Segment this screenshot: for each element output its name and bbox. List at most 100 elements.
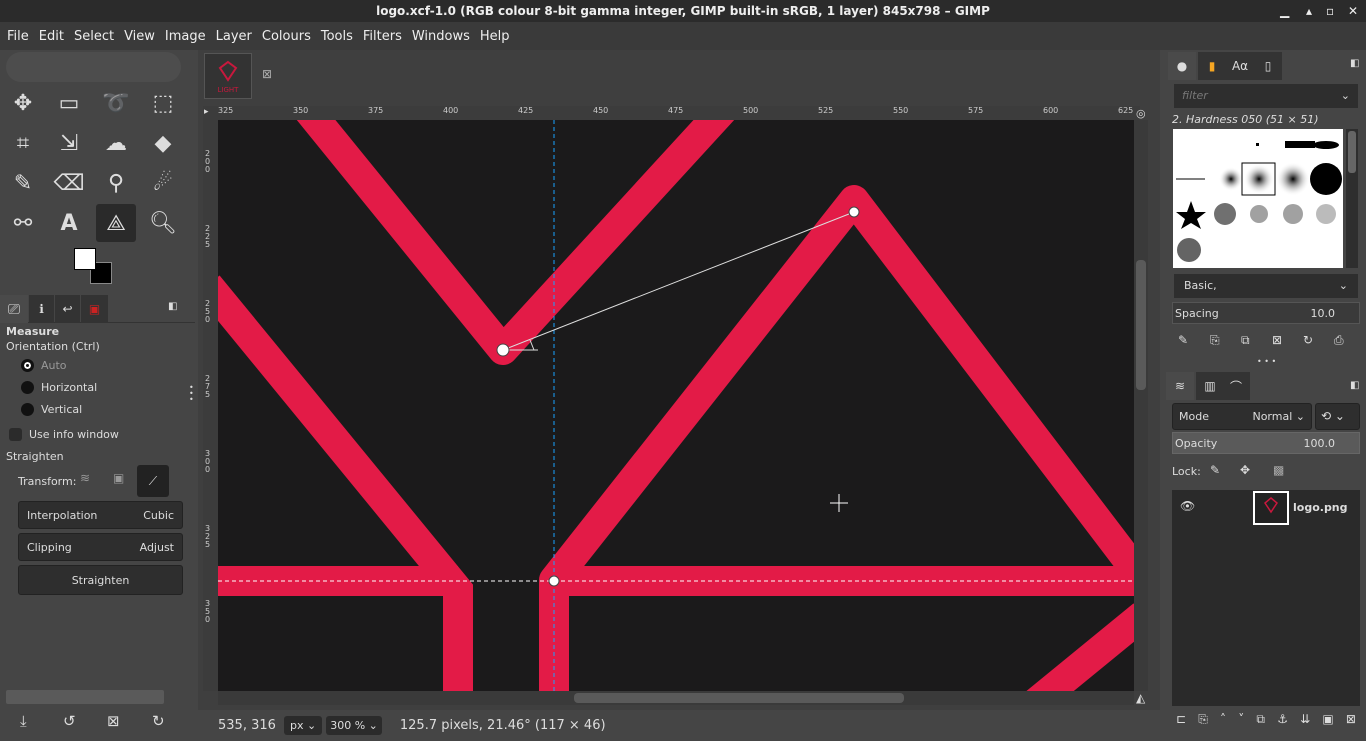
rect-select-tool-icon[interactable]: ▭ [49,84,89,122]
brush-filter-input[interactable]: filter ⌄ [1174,84,1358,108]
reset-options-icon[interactable]: ↻ [152,712,165,730]
new-layer-icon[interactable]: ⎘ [1198,712,1208,727]
new-layer-group-icon[interactable]: ⊏ [1176,712,1186,727]
crop-tool-icon[interactable]: ⌗ [3,124,43,162]
images-tab-icon[interactable]: ▣ [81,295,108,323]
composite-mode-select[interactable]: ⟲ ⌄ [1315,403,1360,430]
menu-help[interactable]: Help [475,29,515,44]
warp-tool-icon[interactable]: ☁ [96,124,136,162]
close-image-tab-icon[interactable]: ⊠ [262,67,272,81]
vertical-ruler[interactable]: 200 225 250 275 300 325 350 [203,120,218,691]
new-brush-icon[interactable]: ⎘ [1210,333,1220,348]
straighten-button[interactable]: Straighten [18,565,183,595]
minimize-button[interactable]: ▁ [1280,0,1289,22]
undo-history-tab-icon[interactable]: ↩ [55,295,80,323]
menu-view[interactable]: View [119,29,160,44]
layers-tab-icon[interactable]: ≋ [1166,372,1194,400]
paths-tool-icon[interactable]: ⚯ [3,204,43,242]
merge-layer-icon[interactable]: ⇊ [1300,712,1310,727]
radio-horizontal[interactable] [21,381,34,394]
zoom-select[interactable]: 300 % ⌄ [326,715,382,735]
image-canvas[interactable] [218,120,1134,691]
unit-select[interactable]: px ⌄ [284,715,323,735]
horizontal-scrollbar[interactable] [218,691,1134,705]
maximize-button[interactable]: ▫ [1326,0,1334,22]
lock-pixels-icon[interactable]: ✎ [1210,463,1220,477]
menu-layer[interactable]: Layer [211,29,257,44]
lock-alpha-icon[interactable]: ▩ [1273,463,1284,477]
anchor-layer-icon[interactable]: ⚓︎ [1277,712,1288,727]
refresh-brushes-icon[interactable]: ↻ [1303,333,1313,347]
open-brush-as-image-icon[interactable]: ⎙ [1334,333,1344,348]
measure-tool-icon[interactable]: ⟁ [96,204,136,242]
quick-mask-toggle-icon[interactable]: ▸ [204,107,209,117]
save-options-icon[interactable]: ⤓ [20,712,27,730]
close-button[interactable]: ✕ [1348,0,1358,22]
patterns-tab-icon[interactable]: ▮ [1198,52,1226,80]
menu-tools[interactable]: Tools [316,29,358,44]
mask-layer-icon[interactable]: ▣ [1322,712,1333,727]
image-tab-thumbnail[interactable]: LIGHT [204,53,252,99]
tool-options-scrollbar[interactable] [6,690,164,704]
duplicate-layer-icon[interactable]: ⧉ [1256,712,1265,727]
brush-grid-scrollbar[interactable] [1346,129,1358,268]
dock-separator-handle[interactable]: • • • [1257,357,1276,366]
layer-name[interactable]: logo.png [1293,501,1348,514]
menu-select[interactable]: Select [69,29,119,44]
free-select-tool-icon[interactable]: ➰ [96,84,136,122]
horizontal-ruler[interactable]: 325 350 375 400 425 450 475 500 525 550 575 600 625 [203,106,1140,120]
menu-windows[interactable]: Windows [407,29,475,44]
dock-handle-icon[interactable]: • • • [189,384,194,404]
menu-image[interactable]: Image [160,29,211,44]
brushes-tab-icon[interactable]: ● [1168,52,1196,80]
menu-edit[interactable]: Edit [34,29,69,44]
brushes-configure-icon[interactable]: ◧ [1350,58,1359,69]
menu-colours[interactable]: Colours [257,29,316,44]
brush-grid[interactable] [1173,129,1343,268]
paths-tab-icon[interactable]: ⌒ [1222,372,1250,400]
eraser-tool-icon[interactable]: ⌫ [49,164,89,202]
transform-layer-icon[interactable]: ≋ [80,471,90,485]
vertical-scrollbar[interactable] [1134,120,1148,691]
radio-auto[interactable] [21,359,34,372]
fuzzy-select-tool-icon[interactable]: ⬚ [143,84,183,122]
text-tool-icon[interactable]: A [49,204,89,242]
transform-tool-icon[interactable]: ⇲ [49,124,89,162]
pencil-tool-icon[interactable]: ✎ [3,164,43,202]
lock-position-icon[interactable]: ✥ [1240,463,1250,477]
bucket-fill-tool-icon[interactable]: ◆ [143,124,183,162]
foreground-color-swatch[interactable] [74,248,96,270]
interpolation-combo[interactable]: Interpolation Cubic [18,501,183,529]
device-status-tab-icon[interactable]: ℹ [29,295,54,323]
transform-selection-icon[interactable]: ▣ [113,471,124,485]
zoom-tool-icon[interactable]: 🔍︎ [143,204,183,242]
layer-visibility-eye-icon[interactable]: 👁︎ [1180,499,1195,513]
layer-row[interactable]: 👁︎ logo.png [1172,490,1360,526]
fonts-tab-icon[interactable]: Aα [1226,52,1254,80]
layer-mode-select[interactable]: Mode Normal ⌄ [1172,403,1312,430]
delete-options-icon[interactable]: ⊠ [107,712,120,730]
brush-tag-select[interactable]: Basic, ⌄ [1174,274,1358,298]
raise-layer-icon[interactable]: ˄ [1220,712,1226,727]
opacity-spinner[interactable]: Opacity 100.0 [1172,432,1360,454]
navigate-icon[interactable]: ◭ [1136,691,1145,705]
duplicate-brush-icon[interactable]: ⧉ [1241,333,1250,348]
clone-tool-icon[interactable]: ⚲ [96,164,136,202]
document-history-tab-icon[interactable]: ▯ [1254,52,1282,80]
lower-layer-icon[interactable]: ˅ [1238,712,1244,727]
configure-tab-icon[interactable]: ◧ [168,301,177,312]
menu-filters[interactable]: Filters [358,29,407,44]
restore-options-icon[interactable]: ↺ [63,712,76,730]
delete-brush-icon[interactable]: ⊠ [1272,333,1282,347]
radio-vertical[interactable] [21,403,34,416]
layers-configure-icon[interactable]: ◧ [1350,380,1359,391]
edit-brush-icon[interactable]: ✎ [1178,333,1188,347]
spacing-spinner[interactable]: Spacing 10.0 [1172,302,1360,324]
channels-tab-icon[interactable]: ▥ [1196,372,1224,400]
tool-options-tab-icon[interactable]: ⎚ [0,295,28,323]
move-tool-icon[interactable]: ✥ [3,84,43,122]
clipping-combo[interactable]: Clipping Adjust [18,533,183,561]
zoom-to-window-icon[interactable]: ◎ [1136,107,1146,120]
menu-file[interactable]: File [2,29,34,44]
restore-button[interactable]: ▴ [1306,0,1312,22]
